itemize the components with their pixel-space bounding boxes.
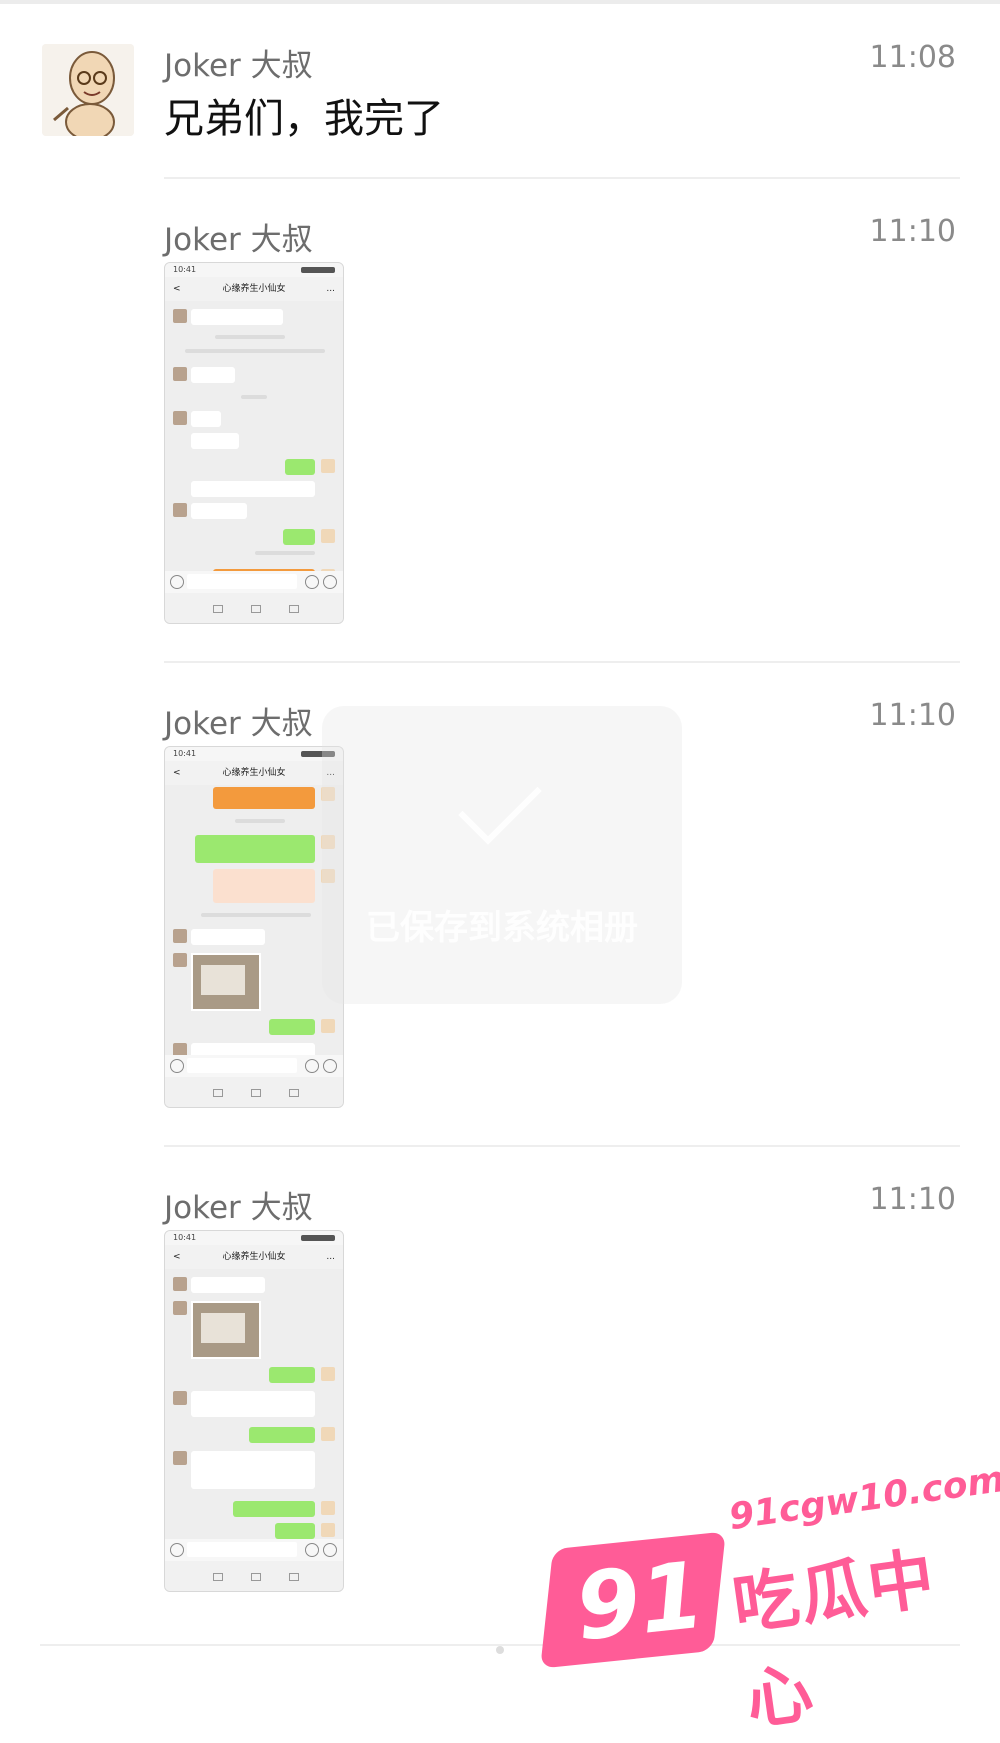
saved-toast: 已保存到系统相册	[322, 706, 682, 1004]
status-bar: 10:41	[165, 1231, 343, 1245]
divider-dot	[496, 1646, 504, 1654]
sender-avatar[interactable]	[42, 44, 134, 136]
message-time: 11:10	[869, 214, 956, 249]
divider	[164, 1145, 960, 1147]
nav-bar	[165, 1561, 343, 1591]
watermark-name: 吃瓜中心	[728, 1539, 941, 1740]
cartoon-avatar-icon	[42, 44, 134, 136]
toast-text: 已保存到系统相册	[366, 908, 638, 948]
chat-screenshot-thumbnail[interactable]: 10:41 < 心缘养生小仙女...	[164, 746, 344, 1108]
sender-name: Joker 大叔	[164, 1190, 313, 1226]
divider	[164, 661, 960, 663]
message-time: 11:08	[869, 40, 956, 75]
chat-title: < 心缘养生小仙女...	[165, 761, 343, 785]
sender-name: Joker 大叔	[164, 706, 313, 742]
message-header: Joker 大叔 11:10	[164, 210, 960, 258]
chat-screenshot-thumbnail[interactable]: 10:41 < 心缘养生小仙女...	[164, 262, 344, 624]
message-time: 11:10	[869, 1182, 956, 1217]
checkmark-icon	[458, 761, 542, 845]
chat-title: < 心缘养生小仙女...	[165, 1245, 343, 1269]
nav-bar	[165, 593, 343, 623]
input-bar	[165, 571, 343, 593]
watermark-number: 91	[570, 1541, 710, 1662]
input-bar	[165, 1539, 343, 1561]
status-bar: 10:41	[165, 263, 343, 277]
status-bar: 10:41	[165, 747, 343, 761]
message-header: Joker 大叔 11:10	[164, 1178, 960, 1226]
message-time: 11:10	[869, 698, 956, 733]
input-bar	[165, 1055, 343, 1077]
chat-screenshot-thumbnail[interactable]: 10:41 < 心缘养生小仙女...	[164, 1230, 344, 1592]
message-text: 兄弟们，我完了	[164, 96, 444, 142]
sender-name: Joker 大叔	[164, 222, 313, 258]
chat-title: < 心缘养生小仙女...	[165, 277, 343, 301]
divider	[164, 177, 960, 179]
sender-name: Joker 大叔	[164, 48, 313, 84]
nav-bar	[165, 1077, 343, 1107]
top-divider	[0, 0, 1000, 4]
message-item[interactable]: Joker 大叔 11:08 兄弟们，我完了	[164, 36, 960, 146]
